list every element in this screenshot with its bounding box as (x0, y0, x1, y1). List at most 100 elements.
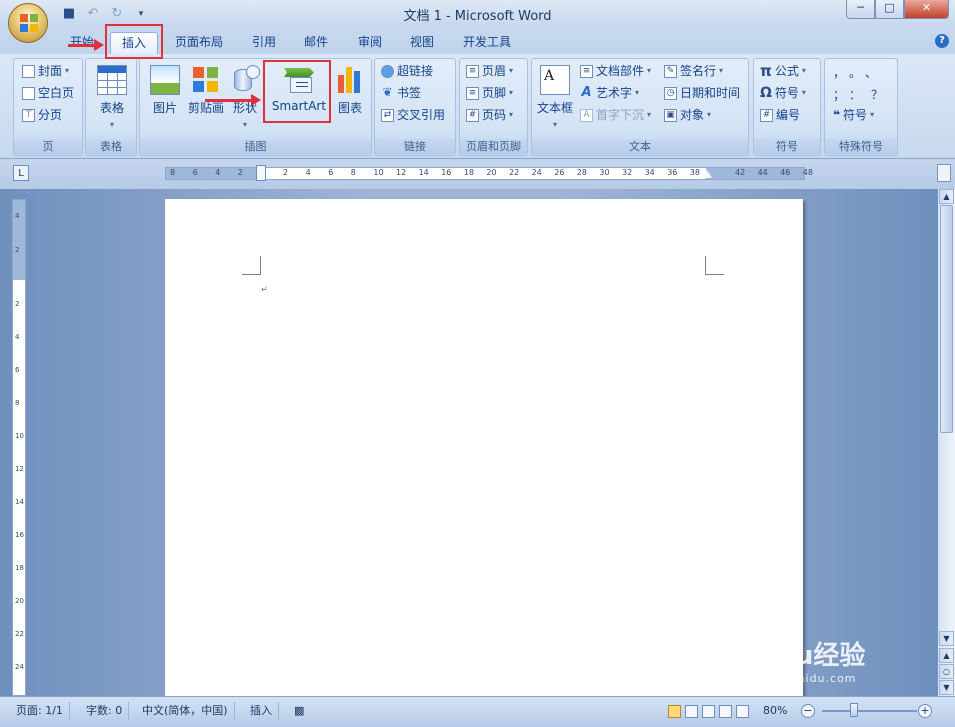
group-symbols: π 公式 ▾ Ω 符号 ▾ # 编号 符号 (753, 58, 821, 156)
horizontal-ruler[interactable]: 8 6 4 2 2 4 6 8 10 12 14 16 18 20 22 24 26 28 30 32 34 36 38 42… (165, 165, 813, 181)
signature-line-label: 签名行 (680, 64, 717, 78)
scroll-down-button[interactable]: ▼ (939, 631, 954, 646)
blank-page-button[interactable]: 空白页 (22, 85, 74, 101)
tab-view[interactable]: 视图 (404, 32, 440, 54)
equation-button[interactable]: π 公式 ▾ (760, 63, 806, 79)
wordart-icon: A (581, 84, 592, 100)
close-button[interactable]: ✕ (904, 0, 949, 19)
header-label: 页眉 (482, 64, 507, 78)
page-break-label: 分页 (38, 108, 63, 122)
special-symbols-row-1[interactable]: ，。、 (833, 65, 887, 81)
clipart-button[interactable]: 剪贴画 (186, 65, 226, 116)
tab-selector-button[interactable]: L (13, 165, 29, 181)
help-icon[interactable]: ? (935, 34, 949, 48)
picture-button[interactable]: 图片 (146, 65, 184, 116)
picture-icon (150, 65, 180, 95)
print-layout-view-icon[interactable] (668, 705, 681, 718)
chart-button[interactable]: 图表 (332, 65, 368, 116)
watermark-url: jingyan.baidu.com (738, 672, 857, 685)
right-indent-marker[interactable] (702, 170, 712, 178)
zoom-slider-track[interactable] (822, 710, 917, 712)
wordart-button[interactable]: A 艺术字 ▾ (580, 85, 639, 101)
next-page-button[interactable]: ▼ (939, 680, 954, 695)
web-layout-view-icon[interactable] (702, 705, 715, 718)
ruler-tick-label: 36 (667, 168, 678, 177)
office-button[interactable] (8, 3, 48, 43)
ruler-tick-label: 34 (644, 168, 655, 177)
clipart-label: 剪贴画 (187, 101, 224, 115)
word-count-status[interactable]: 字数: 0 (80, 702, 130, 720)
clipart-icon (191, 65, 221, 95)
tab-references[interactable]: 引用 (246, 32, 282, 54)
symbol-button[interactable]: Ω 符号 ▾ (760, 85, 806, 101)
vertical-ruler-tick-label: 4 (15, 333, 20, 341)
special-symbol-more-label: 符号 (843, 108, 868, 122)
footer-button[interactable]: ≡ 页脚 ▾ (466, 85, 513, 101)
watermark-logo: Baidu经验 (730, 641, 866, 671)
scroll-thumb[interactable] (940, 205, 953, 433)
vertical-scrollbar[interactable]: ▲ ▼ ▲ ○ ▼ (938, 189, 955, 696)
select-browse-object-button[interactable]: ○ (939, 664, 954, 679)
status-bar: 页面: 1/1 字数: 0 中文(简体，中国) 插入 ▩ 80% − + (0, 696, 955, 727)
date-time-button[interactable]: ◷ 日期和时间 (664, 85, 740, 101)
pi-icon: π (760, 62, 772, 80)
group-header-footer: ≡ 页眉 ▾ ≡ 页脚 ▾ # 页码 ▾ 页眉和页脚 (459, 58, 528, 156)
numbering-button[interactable]: # 编号 (760, 107, 800, 123)
indent-marker[interactable] (256, 165, 266, 181)
zoom-in-button[interactable]: + (918, 704, 932, 718)
chart-label: 图表 (337, 101, 362, 115)
globe-link-icon (381, 64, 394, 78)
vertical-ruler[interactable]: 4 2 2 4 6 8 10 12 14 16 18 20 22 24 (12, 199, 26, 696)
left-margin-area (166, 168, 261, 179)
arrow-to-insert-tab (68, 39, 104, 51)
textbox-button[interactable]: A 文本框 ▾ (534, 65, 576, 130)
table-button[interactable]: 表格 ▾ (90, 65, 134, 130)
outline-view-icon[interactable] (719, 705, 732, 718)
full-screen-reading-view-icon[interactable] (685, 705, 698, 718)
minimize-button[interactable]: ─ (846, 0, 875, 19)
cross-reference-button[interactable]: ⇄ 交叉引用 (381, 107, 445, 123)
vertical-ruler-tick-label: 20 (15, 597, 24, 605)
page-break-button[interactable]: ⊤ 分页 (22, 107, 62, 123)
zoom-out-button[interactable]: − (801, 704, 815, 718)
view-ruler-button[interactable] (937, 164, 951, 182)
header-button[interactable]: ≡ 页眉 ▾ (466, 63, 513, 79)
page-number-label: 页码 (482, 108, 507, 122)
table-label: 表格 (99, 101, 124, 115)
arrow-to-smartart (205, 94, 261, 106)
chart-icon (335, 65, 365, 95)
quick-parts-label: 文档部件 (596, 64, 645, 78)
bookmark-button[interactable]: ❦ 书签 (381, 85, 421, 101)
tab-page-layout[interactable]: 页面布局 (170, 32, 228, 54)
document-page[interactable]: ↵ (165, 199, 803, 696)
group-tables: 表格 ▾ 表格 (85, 58, 137, 156)
tab-review[interactable]: 审阅 (352, 32, 388, 54)
hyperlink-button[interactable]: 超链接 (381, 63, 433, 79)
special-symbols-row-2[interactable]: ；：？ (833, 87, 893, 103)
zoom-level[interactable]: 80% (763, 702, 787, 720)
blank-page-icon (22, 86, 35, 100)
tab-developer[interactable]: 开发工具 (456, 32, 518, 54)
macro-record-icon[interactable]: ▩ (288, 702, 310, 720)
object-button[interactable]: ▣ 对象 ▾ (664, 107, 711, 123)
special-symbol-more-button[interactable]: ❝ 符号 ▾ (833, 107, 874, 123)
page-count-status[interactable]: 页面: 1/1 (10, 702, 70, 720)
draft-view-icon[interactable] (736, 705, 749, 718)
language-status[interactable]: 中文(简体，中国) (136, 702, 235, 720)
cover-page-button[interactable]: 封面 ▾ (22, 63, 69, 79)
ruler-tick-label: 18 (463, 168, 474, 177)
signature-line-button[interactable]: ✎ 签名行 ▾ (664, 63, 723, 79)
drop-cap-button[interactable]: A 首字下沉 ▾ (580, 107, 651, 123)
tab-mailings[interactable]: 邮件 (298, 32, 334, 54)
scroll-up-button[interactable]: ▲ (939, 189, 954, 204)
previous-page-button[interactable]: ▲ (939, 648, 954, 663)
insert-mode-status[interactable]: 插入 (244, 702, 279, 720)
quick-parts-button[interactable]: ≡ 文档部件 ▾ (580, 63, 651, 79)
group-label-illustrations: 插图 (140, 139, 371, 154)
maximize-button[interactable]: □ (875, 0, 904, 19)
ribbon: 封面 ▾ 空白页 ⊤ 分页 页 表格 ▾ 表格 图片 剪贴画 形状 ▾ Smar… (0, 54, 955, 159)
page-number-button[interactable]: # 页码 ▾ (466, 107, 513, 123)
ruler-tick-label: 16 (441, 168, 452, 177)
insert-tab-highlight (105, 24, 163, 59)
zoom-slider-thumb[interactable] (850, 703, 858, 717)
